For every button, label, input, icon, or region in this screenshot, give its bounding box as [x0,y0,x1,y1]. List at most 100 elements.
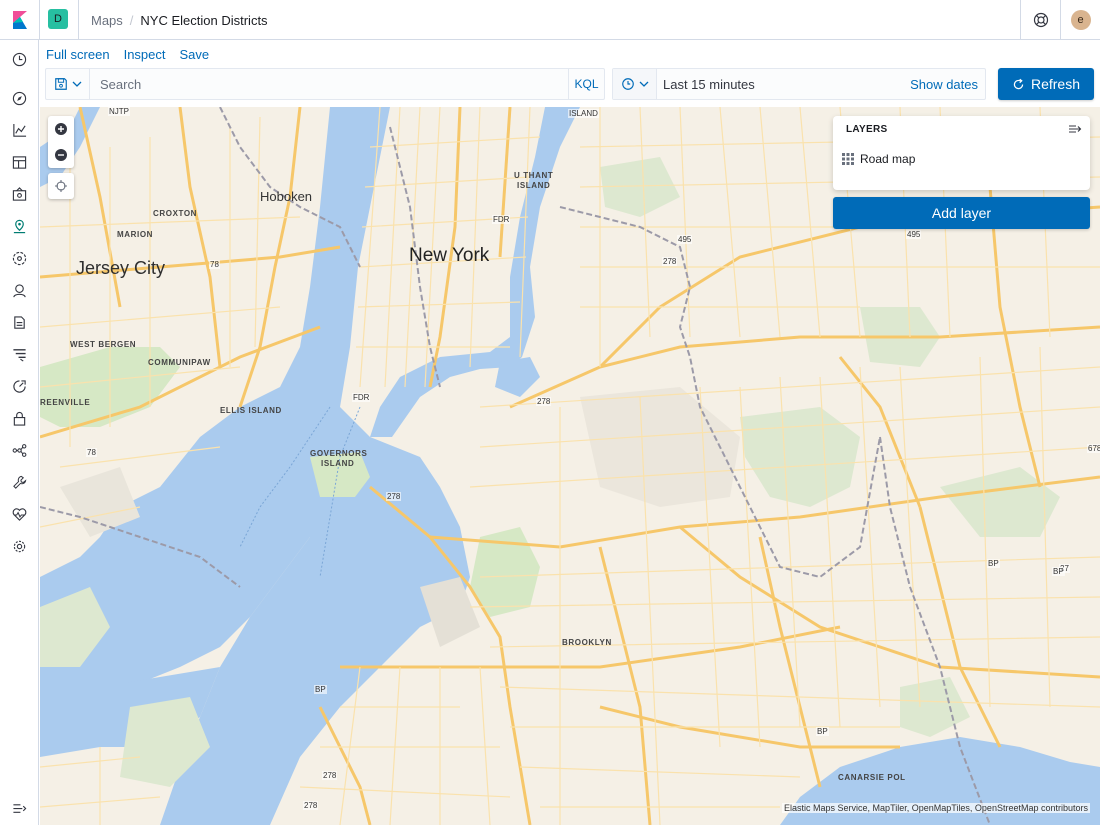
nav-discover[interactable] [0,86,39,110]
label-shield-278-a: 278 [662,257,678,266]
add-layer-button[interactable]: Add layer [833,197,1090,229]
compass-icon [12,91,27,105]
geolocate-button[interactable] [48,173,74,199]
label-ellis-island: ELLIS ISLAND [220,406,282,415]
label-shield-678: 678 [1087,444,1100,453]
layers-title: LAYERS [846,124,888,135]
menu-right-icon [1069,125,1082,133]
label-shield-495-b: 495 [906,230,922,239]
label-shield-495-a: 495 [677,235,693,244]
wrench-icon [13,475,27,489]
label-shield-78-b: 78 [86,448,97,457]
label-shield-bp-a: BP [987,559,1000,568]
breadcrumb-separator: / [129,12,134,28]
nav-management[interactable] [0,534,39,558]
nav-infrastructure[interactable] [0,278,39,302]
save-link[interactable]: Save [180,47,210,62]
label-governors-1: GOVERNORS [310,449,368,458]
nav-recent[interactable] [0,47,39,71]
label-island-top: ISLAND [568,109,599,118]
zoom-control [48,116,74,168]
clock-icon [12,52,27,66]
label-shield-bp-c: BP [314,685,327,694]
full-screen-link[interactable]: Full screen [46,47,110,62]
collapse-layers-button[interactable] [1068,122,1084,136]
layer-item-road-map[interactable]: Road map [842,152,915,166]
breadcrumb-maps[interactable]: Maps [91,13,123,28]
refresh-label: Refresh [1030,76,1081,92]
label-hoboken: Hoboken [260,189,313,204]
nav-dashboard[interactable] [0,150,39,174]
label-shield-78-a: 78 [209,260,220,269]
heartbeat-icon [12,507,27,521]
save-disk-icon [54,78,67,90]
nav-siem[interactable] [0,406,39,430]
nav-uptime[interactable] [0,374,39,398]
layer-label: Road map [860,152,916,166]
user-avatar: e [1070,10,1091,30]
nav-maps[interactable] [0,214,39,238]
label-marion: MARION [117,230,154,239]
help-button[interactable] [1020,0,1060,40]
quick-select-button[interactable] [613,69,657,99]
label-croxton: CROXTON [153,209,198,218]
label-njtp: NJTP [108,107,130,116]
label-west-bergen: WEST BERGEN [70,340,137,349]
logs-icon [14,315,25,329]
menu-expand-icon [13,803,27,813]
label-u-thant-2: ISLAND [517,181,551,190]
header-actions: e [1020,0,1100,40]
nav-canvas[interactable] [0,182,39,206]
zoom-out-button[interactable] [48,142,74,168]
user-menu-button[interactable]: e [1060,0,1100,40]
map-attribution[interactable]: Elastic Maps Service, MapTiler, OpenMapT… [782,803,1090,813]
zoom-in-button[interactable] [48,116,74,142]
time-picker: Last 15 minutes Show dates [612,68,986,100]
label-shield-278-c: 278 [386,492,402,501]
chevron-down-icon [639,81,648,87]
nav-visualize[interactable] [0,118,39,142]
time-range-text[interactable]: Last 15 minutes [657,77,910,92]
label-greenville: REENVILLE [40,398,91,407]
saved-query-button[interactable] [46,69,90,99]
crosshair-icon [55,180,67,192]
nav-apm[interactable] [0,342,39,366]
chevron-down-icon [72,81,81,87]
search-input[interactable] [90,69,568,99]
breadcrumb-current: NYC Election Districts [140,12,268,28]
query-bar: KQL [45,68,605,100]
machine-learning-icon [12,251,27,265]
label-shield-bp-b: BP [1052,567,1065,576]
label-shield-fdr-a: FDR [492,215,511,224]
nav-collapse[interactable] [0,796,39,820]
refresh-icon [1013,78,1024,89]
nav-graph[interactable] [0,438,39,462]
dashboard-icon [12,155,27,169]
uptime-icon [13,379,26,393]
plus-circle-icon [55,123,67,135]
refresh-button[interactable]: Refresh [998,68,1094,100]
apm-icon [13,348,26,362]
top-nav-menu: Full screen Inspect Save [46,47,209,62]
grid-tiles-icon [842,153,854,165]
nav-logs[interactable] [0,310,39,334]
query-language-button[interactable]: KQL [568,69,604,99]
label-governors-2: ISLAND [321,459,355,468]
calendar-clock-icon [621,78,634,90]
canvas-icon [12,186,27,201]
chart-icon [13,123,27,137]
space-avatar[interactable]: D [48,9,68,29]
maps-icon [13,219,26,233]
label-communipaw: COMMUNIPAW [148,358,211,367]
nav-ml[interactable] [0,246,39,270]
infrastructure-icon [13,283,26,297]
inspect-link[interactable]: Inspect [124,47,166,62]
kibana-logo[interactable] [0,0,40,40]
minus-circle-icon [55,149,67,161]
nav-monitoring[interactable] [0,502,39,526]
app-header: D Maps / NYC Election Districts e [0,0,1100,40]
label-shield-bp-d: BP [816,727,829,736]
label-shield-278-e: 278 [303,801,319,810]
show-dates-button[interactable]: Show dates [910,77,985,92]
nav-dev-tools[interactable] [0,470,39,494]
